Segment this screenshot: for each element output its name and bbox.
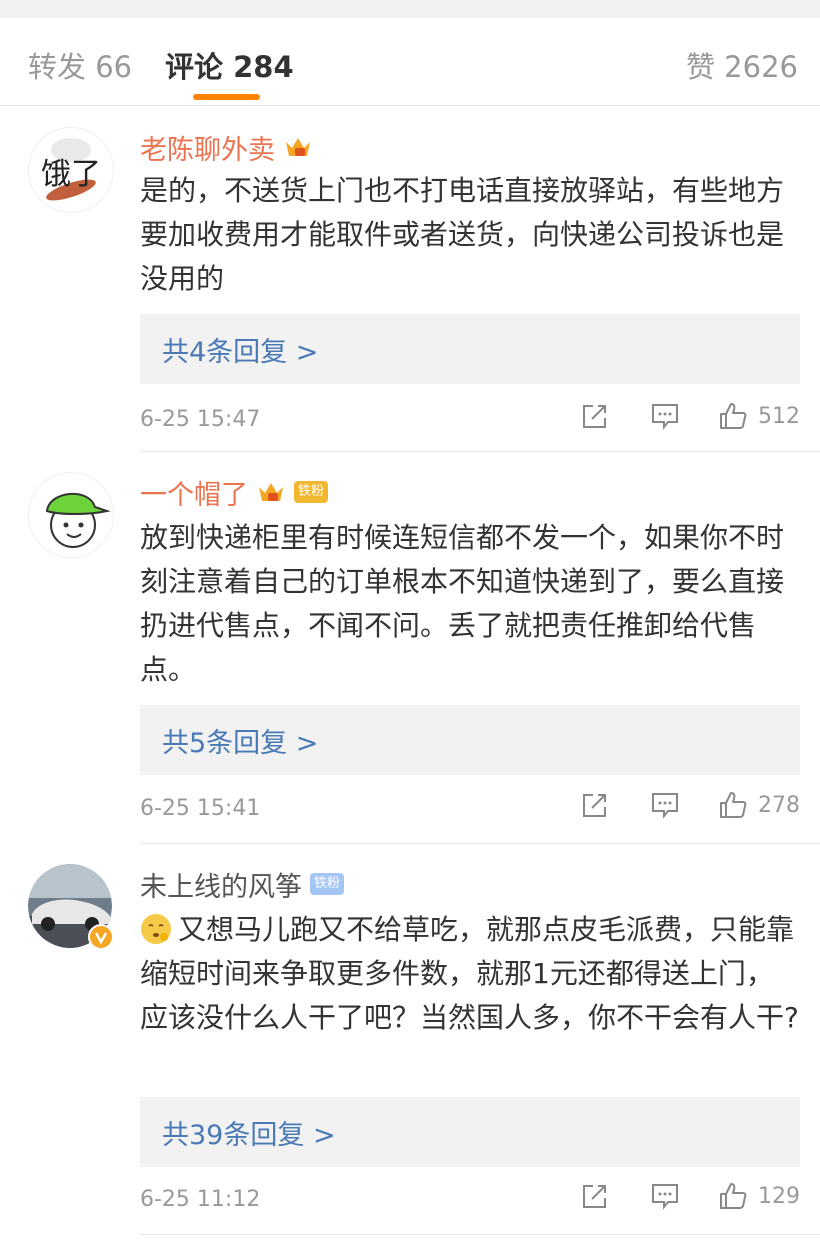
tab-repost[interactable]: 转发 66: [28, 44, 132, 86]
vip-crown-icon: [283, 134, 313, 160]
replies-label: 共5条回复 >: [162, 728, 319, 759]
like-icon[interactable]: [718, 401, 748, 431]
emoji-icon: [141, 914, 171, 944]
timestamp: 6-25 15:41: [140, 796, 261, 821]
divider: [140, 451, 820, 452]
comment-icon[interactable]: [650, 401, 680, 431]
share-icon[interactable]: [580, 790, 610, 820]
comment-text: 是的，不送货上门也不打电话直接放驿站，有些地方要加收费用才能取件或者送货，向快递…: [140, 174, 785, 295]
active-tab-indicator: [193, 94, 260, 100]
comment-body: 又想马儿跑又不给草吃，就那点皮毛派费，只能靠缩短时间来争取更多件数，就那1元还都…: [140, 908, 800, 1040]
username[interactable]: 一个帽了: [140, 473, 248, 512]
verified-icon: [88, 924, 114, 950]
username[interactable]: 老陈聊外卖: [140, 128, 275, 167]
comment-text: 放到快递柜里有时候连短信都不发一个，如果你不时刻注意着自己的订单根本不知道快递到…: [140, 521, 785, 686]
comment-text: 又想马儿跑又不给草吃，就那点皮毛派费，只能靠缩短时间来争取更多件数，就那1元还都…: [140, 913, 799, 1034]
username[interactable]: 未上线的风筝: [140, 865, 302, 904]
fan-badge: 铁粉: [310, 873, 345, 895]
avatar[interactable]: [28, 472, 114, 558]
share-icon[interactable]: [580, 401, 610, 431]
divider: [140, 843, 820, 844]
replies-button[interactable]: 共39条回复 >: [140, 1097, 800, 1167]
comment-icon[interactable]: [650, 790, 680, 820]
like-count: 129: [758, 1183, 800, 1209]
like-icon[interactable]: [718, 1181, 748, 1211]
like-icon[interactable]: [718, 790, 748, 820]
vip-crown-icon: [256, 479, 286, 505]
fan-badge: 铁粉: [294, 481, 329, 503]
timestamp: 6-25 11:12: [140, 1187, 261, 1212]
avatar[interactable]: [28, 864, 114, 950]
avatar-text: 饿了: [41, 157, 101, 192]
replies-label: 共4条回复 >: [162, 337, 319, 368]
share-icon[interactable]: [580, 1181, 610, 1211]
tab-bar: 转发 66 评论 284 赞 2626: [0, 18, 820, 106]
avatar[interactable]: 饿了: [28, 127, 114, 213]
replies-button[interactable]: 共4条回复 >: [140, 314, 800, 384]
timestamp: 6-25 15:47: [140, 407, 261, 432]
like-count: 278: [758, 792, 800, 818]
like-count: 512: [758, 403, 800, 429]
tab-comments[interactable]: 评论 284: [165, 44, 294, 86]
divider: [140, 1234, 820, 1235]
tab-likes[interactable]: 赞 2626: [686, 44, 798, 86]
replies-button[interactable]: 共5条回复 >: [140, 705, 800, 775]
comment-icon[interactable]: [650, 1181, 680, 1211]
top-spacer: [0, 0, 820, 18]
replies-label: 共39条回复 >: [162, 1120, 336, 1151]
